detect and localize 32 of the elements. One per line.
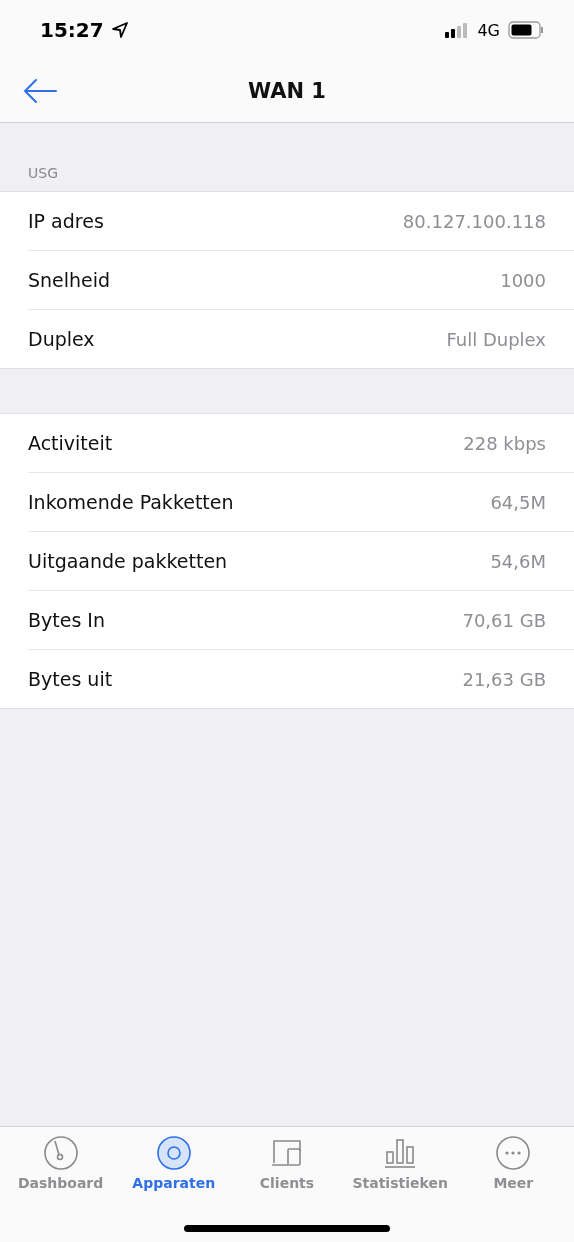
row-label: Inkomende Pakketten (28, 491, 234, 513)
row-label: Bytes In (28, 609, 105, 631)
row-value: 64,5M (490, 491, 546, 513)
row-value: 1000 (500, 269, 546, 291)
tab[interactable]: Statistieken (344, 1135, 457, 1191)
row-label: Activiteit (28, 432, 113, 454)
row-label: Uitgaande pakketten (28, 550, 228, 572)
row-label: Snelheid (28, 269, 111, 291)
row-value: 21,63 GB (462, 668, 546, 690)
row-label: Duplex (28, 328, 95, 350)
tab[interactable]: Meer (457, 1135, 570, 1191)
more-icon (495, 1135, 532, 1171)
row-label: Bytes uit (28, 668, 113, 690)
location-icon (111, 22, 128, 38)
row-label: IP adres (28, 210, 104, 232)
page-title: WAN 1 (248, 79, 326, 103)
back-button[interactable] (22, 76, 58, 106)
tab[interactable]: Apparaten (117, 1135, 230, 1191)
battery-icon (508, 21, 544, 39)
row-value: 54,6M (490, 550, 546, 572)
row-value: 80.127.100.118 (402, 210, 546, 232)
row-value: 228 kbps (463, 432, 546, 454)
row-value: Full Duplex (446, 328, 546, 350)
tab[interactable]: Clients (230, 1135, 343, 1191)
gauge-icon (42, 1135, 79, 1171)
section-header: USG (28, 165, 58, 181)
row-value: 70,61 GB (462, 609, 546, 631)
tab[interactable]: Dashboard (4, 1135, 117, 1191)
device-icon (155, 1135, 192, 1171)
network-type: 4G (477, 20, 500, 40)
signal-icon (445, 22, 470, 38)
clock-time: 15:27 (40, 18, 104, 42)
